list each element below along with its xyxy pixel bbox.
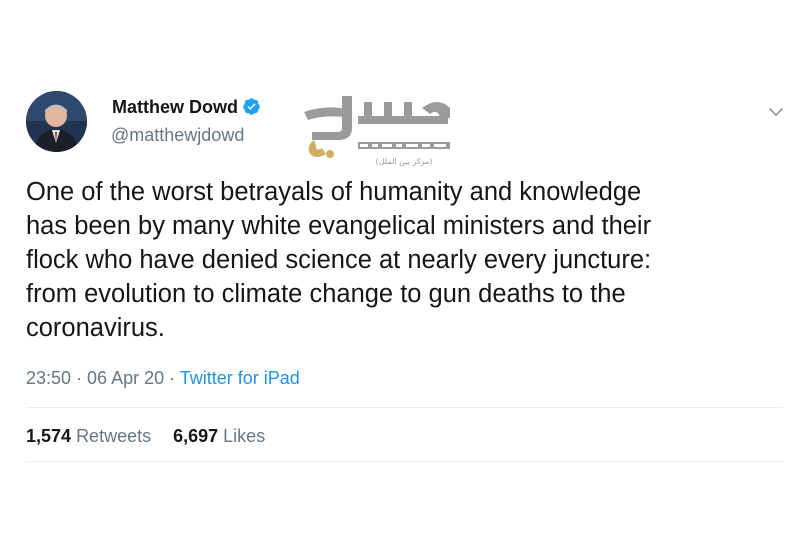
retweets-label: Retweets <box>76 426 152 446</box>
tweet-text-line: One of the worst betrayals of humanity a… <box>26 178 642 206</box>
verified-badge-icon <box>243 98 260 115</box>
tweet-text-line: from evolution to climate change to gun … <box>26 280 626 308</box>
meta-separator: · <box>71 368 88 388</box>
likes-label: Likes <box>223 426 266 446</box>
display-name-text[interactable]: Matthew Dowd <box>112 97 238 117</box>
tweet-source-link[interactable]: Twitter for iPad <box>180 368 300 388</box>
divider <box>26 407 783 408</box>
tweet-text-line: coronavirus. <box>26 314 165 342</box>
tweet-date[interactable]: 06 Apr 20 <box>87 368 164 388</box>
user-handle[interactable]: @matthewjdowd <box>111 124 244 146</box>
meta-separator: · <box>164 368 180 388</box>
retweets-stat[interactable]: 1,574 Retweets <box>26 426 151 446</box>
likes-count: 6,697 <box>173 426 219 446</box>
display-name[interactable]: Matthew Dowd <box>112 96 261 118</box>
retweets-count: 1,574 <box>26 426 72 446</box>
divider <box>26 461 783 462</box>
tweet-time[interactable]: 23:50 <box>26 368 71 388</box>
chevron-down-icon[interactable] <box>766 102 786 122</box>
tweet-text-line: has been by many white evangelical minis… <box>26 212 652 240</box>
watermark-subtitle: (مرکز بین الملل) <box>376 157 433 166</box>
watermark-logo: (مرکز بین الملل) <box>298 88 458 174</box>
likes-stat[interactable]: 6,697 Likes <box>173 426 265 446</box>
engagement-stats: 1,574 Retweets 6,697 Likes <box>26 424 265 448</box>
tweet-metadata: 23:50 · 06 Apr 20 · Twitter for iPad <box>26 366 300 390</box>
tweet-text: One of the worst betrayals of humanity a… <box>26 175 786 345</box>
tweet-card: Matthew Dowd @matthewjdowd (مرکز بین الم… <box>0 0 800 533</box>
avatar[interactable] <box>26 91 87 152</box>
tweet-text-line: flock who have denied science at nearly … <box>26 246 652 274</box>
